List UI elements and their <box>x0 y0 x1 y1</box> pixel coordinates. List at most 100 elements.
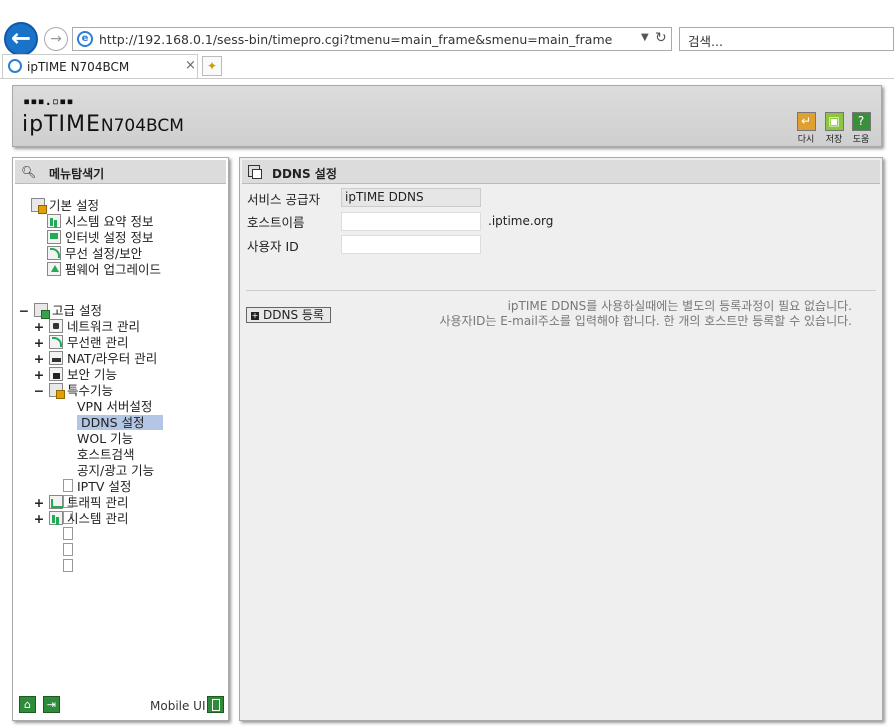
menu-ddns-settings[interactable]: DDNS 설정 <box>63 415 163 508</box>
ddns-register-button[interactable]: + DDNS 등록 <box>246 307 331 323</box>
address-text[interactable]: http://192.168.0.1/sess-bin/timepro.cgi?… <box>99 32 612 47</box>
menu-vpn-server[interactable]: VPN 서버설정 <box>63 399 153 492</box>
folder-icon <box>33 303 50 319</box>
hostname-input[interactable] <box>341 212 481 231</box>
page-header: ▪▪▪.▫▪▪ ipTIMEN704BCM ↵ 다시 ▣ 저장 ? 도움 <box>12 85 882 147</box>
wifi-icon <box>48 335 63 349</box>
menu-internet-info[interactable]: 인터넷 설정 정보 <box>47 230 153 246</box>
menu-label: 무선랜 관리 <box>66 335 129 350</box>
wifi-icon <box>47 246 61 260</box>
forward-button[interactable]: → <box>44 27 68 51</box>
menu-special-features[interactable]: − 특수기능 <box>33 383 113 399</box>
menu-traffic-management[interactable]: + 트래픽 관리 <box>33 495 128 511</box>
logo: ipTIMEN704BCM <box>22 112 184 137</box>
upgrade-icon <box>47 262 61 276</box>
refresh-label: 다시 <box>797 135 815 145</box>
window-icon <box>248 165 262 179</box>
network-icon <box>48 319 63 333</box>
home-icon[interactable]: ⌂ <box>19 696 36 713</box>
menu-footer: ⌂ ⇥ Mobile UI <box>17 696 224 716</box>
chart-icon <box>47 214 61 228</box>
service-provider-label: 서비스 공급자 <box>247 192 320 207</box>
folder-icon <box>48 383 65 399</box>
logo-brand: ipTIME <box>22 112 101 137</box>
logo-mark: ▪▪▪.▫▪▪ <box>23 94 74 108</box>
menu-system-management[interactable]: + 시스템 관리 <box>33 511 128 527</box>
expand-toggle[interactable]: + <box>33 319 45 335</box>
menu-network-management[interactable]: + 네트워크 관리 <box>33 319 140 335</box>
address-bar[interactable]: e http://192.168.0.1/sess-bin/timepro.cg… <box>72 27 672 51</box>
save-icon: ▣ <box>824 112 844 131</box>
menu-host-scan[interactable]: 호스트검색 <box>63 447 135 540</box>
ddns-notice: ipTIME DDNS를 사용하실때에는 별도의 등록과정이 필요 없습니다. … <box>439 299 852 329</box>
menu-label: 네트워크 관리 <box>66 319 140 334</box>
expand-toggle[interactable]: + <box>33 351 45 367</box>
plus-icon: + <box>251 311 259 320</box>
menu-label: 특수기능 <box>66 383 113 398</box>
hostname-label: 호스트이름 <box>247 215 305 230</box>
collapse-toggle[interactable]: − <box>18 303 30 319</box>
menu-firmware-upgrade[interactable]: 펌웨어 업그레이드 <box>47 262 161 278</box>
chart-icon <box>48 511 63 525</box>
menu-wireless-management[interactable]: + 무선랜 관리 <box>33 335 128 351</box>
close-icon[interactable]: × <box>185 58 196 73</box>
expand-toggle[interactable]: + <box>33 495 45 511</box>
expand-toggle[interactable]: + <box>33 511 45 527</box>
menu-wireless-security[interactable]: 무선 설정/보안 <box>47 246 142 262</box>
menu-label: 기본 설정 <box>49 198 99 213</box>
expand-toggle[interactable]: + <box>33 335 45 351</box>
reload-icon[interactable]: ↻ <box>655 30 667 46</box>
user-id-input[interactable] <box>341 235 481 254</box>
help-icon: ? <box>851 112 871 131</box>
service-provider-value: ipTIME DDNS <box>341 188 481 207</box>
menu-basic-settings[interactable]: 기본 설정 <box>31 198 99 214</box>
content-title: DDNS 설정 <box>272 167 337 181</box>
menu-label: 트래픽 관리 <box>66 495 129 510</box>
menu-nat-router[interactable]: + NAT/라우터 관리 <box>33 351 157 367</box>
menu-label: 고급 설정 <box>51 303 102 318</box>
ie-icon: e <box>77 31 93 47</box>
menu-label: NAT/라우터 관리 <box>66 351 158 366</box>
menu-security[interactable]: + 보안 기능 <box>33 367 117 383</box>
logout-icon[interactable]: ⇥ <box>43 696 60 713</box>
menu-label: 공지/광고 기능 <box>77 463 155 478</box>
menu-label: 보안 기능 <box>66 367 117 382</box>
mobile-icon[interactable] <box>207 696 224 713</box>
save-label: 저장 <box>825 135 843 145</box>
menu-system-summary[interactable]: 시스템 요약 정보 <box>47 214 153 230</box>
menu-iptv[interactable]: IPTV 설정 <box>63 479 132 572</box>
expand-toggle[interactable]: + <box>33 367 45 383</box>
menu-label: 펌웨어 업그레이드 <box>65 262 161 277</box>
refresh-button[interactable]: ↵ 다시 <box>796 112 816 145</box>
content-panel: DDNS 설정 서비스 공급자 ipTIME DDNS 호스트이름 .iptim… <box>239 157 883 721</box>
search-input[interactable]: 검색... <box>679 27 894 51</box>
help-button[interactable]: ? 도움 <box>851 112 871 145</box>
chevron-down-icon[interactable]: ▼ <box>641 32 649 43</box>
page-icon <box>63 527 73 540</box>
menu-label: IPTV 설정 <box>77 479 132 494</box>
router-page: ▪▪▪.▫▪▪ ipTIMEN704BCM ↵ 다시 ▣ 저장 ? 도움 🔍︎ … <box>0 79 894 728</box>
back-button[interactable]: ← <box>4 22 38 56</box>
menu-title: 메뉴탐색기 <box>49 167 105 181</box>
menu-label: 시스템 요약 정보 <box>65 214 154 229</box>
traffic-icon <box>48 495 63 509</box>
new-tab-button[interactable]: ✦ <box>202 56 222 76</box>
save-button[interactable]: ▣ 저장 <box>824 112 844 145</box>
menu-label: VPN 서버설정 <box>77 399 153 414</box>
menu-label-selected: DDNS 설정 <box>77 415 163 430</box>
menu-label: 무선 설정/보안 <box>65 246 143 261</box>
menu-advanced-settings[interactable]: − 고급 설정 <box>18 303 102 319</box>
refresh-icon: ↵ <box>796 112 816 131</box>
user-id-label: 사용자 ID <box>247 239 299 254</box>
collapse-toggle[interactable]: − <box>33 383 45 399</box>
page-icon <box>63 559 73 572</box>
help-label: 도움 <box>852 135 870 145</box>
browser-tab[interactable]: ipTIME N704BCM × <box>2 54 198 78</box>
browser-toolbar: ← → e http://192.168.0.1/sess-bin/timepr… <box>0 0 894 80</box>
tab-title: ipTIME N704BCM <box>27 60 130 74</box>
logo-model: N704BCM <box>100 116 184 136</box>
router-icon <box>48 351 63 365</box>
menu-notice-ads[interactable]: 공지/광고 기능 <box>63 463 155 556</box>
mobile-ui-link[interactable]: Mobile UI <box>150 699 206 713</box>
menu-wol[interactable]: WOL 기능 <box>63 431 133 524</box>
